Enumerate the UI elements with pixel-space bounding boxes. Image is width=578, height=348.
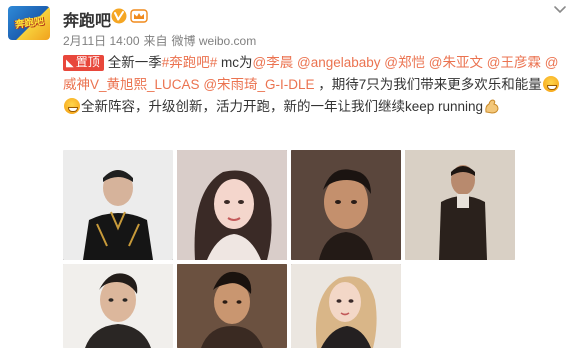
photo-7-figure (291, 264, 401, 348)
pinned-label: 置顶 (75, 55, 100, 69)
mention-link[interactable]: @朱亚文 (429, 55, 483, 70)
photo-7[interactable] (291, 264, 401, 348)
post-text-segment: mc为 (217, 55, 253, 70)
photo-2-figure (177, 150, 287, 260)
author-avatar[interactable]: 奔跑吧 (8, 6, 50, 40)
post-meta: 2月11日 14:00 来自 微博 weibo.com (63, 32, 260, 49)
photo-5[interactable] (63, 264, 173, 348)
post-text-segment: 全新一季 (107, 55, 162, 70)
grin-emoji-icon (64, 98, 80, 114)
grin-emoji-icon (542, 76, 559, 92)
photo-3-figure (291, 150, 401, 260)
vip-crown-icon[interactable] (130, 8, 148, 24)
verified-v-icon[interactable] (111, 8, 127, 24)
mention-link[interactable]: @王彦霖 (487, 55, 541, 70)
post-body: ◣ 置顶 全新一季#奔跑吧# mc为@李晨 @angelababy @郑恺 @朱亚文… (63, 52, 563, 118)
mention-link[interactable]: @李晨 (253, 55, 294, 70)
author-name[interactable]: 奔跑吧 (63, 7, 111, 31)
post-text-segment: ，期待7只为我们带来更多欢乐和能量 (314, 77, 542, 92)
chevron-down-icon[interactable] (552, 4, 568, 16)
post-text: 全新一季#奔跑吧# mc为@李晨 @angelababy @郑恺 @朱亚文 @王… (63, 55, 560, 114)
photo-4-figure (405, 150, 515, 260)
photo-1-figure (63, 150, 173, 260)
pinned-badge: ◣ 置顶 (63, 55, 104, 71)
avatar-logo-text: 奔跑吧 (14, 16, 45, 31)
photo-6[interactable] (177, 264, 287, 348)
strong-arm-emoji-icon (485, 99, 499, 114)
photo-2[interactable] (177, 150, 287, 260)
photo-1[interactable] (63, 150, 173, 260)
post-text-segment: 全新阵容，升级创新，活力开跑，新的一年让我们继续keep running (81, 99, 484, 114)
mention-link[interactable]: @郑恺 (384, 55, 425, 70)
photo-4[interactable] (405, 150, 515, 260)
pin-icon: ◣ (66, 58, 74, 69)
post-source[interactable]: 微博 weibo.com (172, 34, 257, 48)
mention-link[interactable]: @宋雨琦_G-I-DLE (203, 77, 314, 92)
photo-3[interactable] (291, 150, 401, 260)
source-prefix: 来自 (143, 34, 168, 48)
photo-5-figure (63, 264, 173, 348)
post-timestamp[interactable]: 2月11日 14:00 (63, 34, 140, 48)
mention-link[interactable]: @angelababy (297, 55, 381, 70)
hashtag-link[interactable]: #奔跑吧# (162, 55, 218, 70)
photo-6-figure (177, 264, 287, 348)
